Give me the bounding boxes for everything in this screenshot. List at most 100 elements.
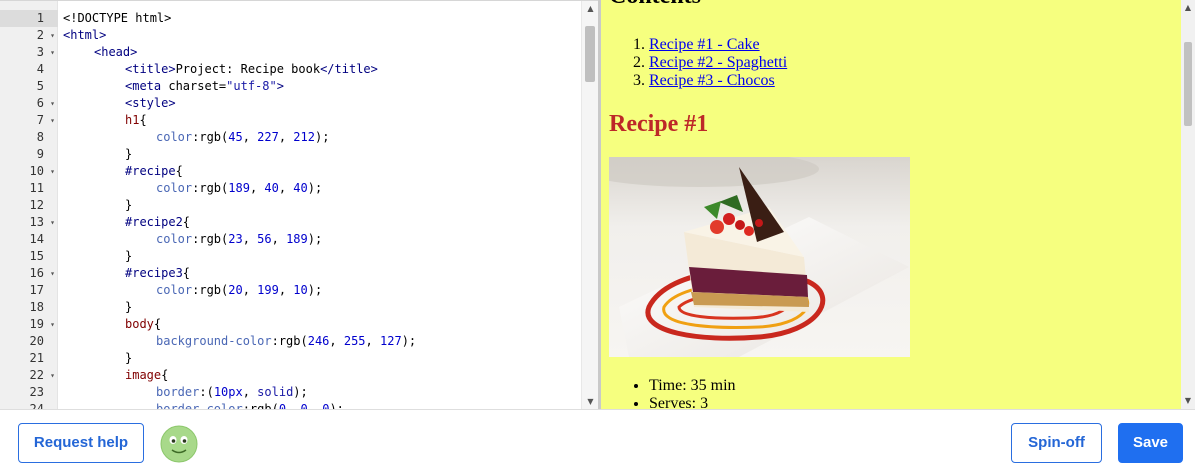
mascot-avatar-icon <box>160 425 198 463</box>
code-token: ); <box>307 232 323 246</box>
code-token: charset= <box>168 79 227 93</box>
code-token: 23 <box>228 232 243 246</box>
code-line[interactable]: } <box>125 197 132 214</box>
line-number-label: 2 <box>36 28 44 42</box>
code-token: , <box>242 283 258 297</box>
code-token: :rgb( <box>192 232 229 246</box>
code-line[interactable]: <!DOCTYPE html> <box>63 10 171 27</box>
recipe-facts: Time: 35 min Serves: 3 <box>649 377 736 409</box>
code-line[interactable]: image{ <box>125 367 168 384</box>
fold-arrow-icon[interactable]: ▾ <box>50 265 55 282</box>
code-line[interactable]: color:rgb(45, 227, 212); <box>156 129 329 146</box>
code-token: image <box>125 368 162 382</box>
preview-pane: Contents Recipe #1 - Cake Recipe #2 - Sp… <box>601 0 1195 409</box>
code-line[interactable]: } <box>125 248 132 265</box>
line-number-label: 11 <box>29 181 44 195</box>
code-line[interactable]: border:(10px, solid); <box>156 384 308 401</box>
code-token: , <box>242 232 258 246</box>
code-token: > <box>276 79 284 93</box>
spin-off-button[interactable]: Spin-off <box>1011 423 1102 463</box>
code-editor[interactable]: 1 2 ▾ 3 ▾ 4 5 6 ▾ 7 ▾ 8 9 10 ▾ 11 12 13 ▾ 14 15 16 ▾ 17 18 19 ▾ 20 2… <box>0 0 598 409</box>
code-token: { <box>139 113 147 127</box>
line-number-label: 5 <box>36 79 44 93</box>
scroll-down-icon[interactable]: ▼ <box>582 396 598 408</box>
code-token: { <box>182 266 191 280</box>
code-token: , <box>307 402 323 409</box>
line-number: 20 <box>0 333 58 350</box>
scroll-up-icon[interactable]: ▲ <box>582 3 598 15</box>
line-number-label: 6 <box>36 96 44 110</box>
code-line[interactable]: color:rgb(20, 199, 10); <box>156 282 322 299</box>
request-help-button[interactable]: Request help <box>18 423 144 463</box>
line-number: 2 ▾ <box>0 27 58 44</box>
line-number: 12 <box>0 197 58 214</box>
line-number-label: 4 <box>36 62 44 76</box>
fold-arrow-icon[interactable]: ▾ <box>50 214 55 231</box>
code-line[interactable]: #recipe2{ <box>125 214 190 231</box>
app-window: 1 2 ▾ 3 ▾ 4 5 6 ▾ 7 ▾ 8 9 10 ▾ 11 12 13 ▾ 14 15 16 ▾ 17 18 19 ▾ 20 2… <box>0 0 1195 464</box>
code-line[interactable]: color:rgb(23, 56, 189); <box>156 231 322 248</box>
code-token: , <box>242 130 258 144</box>
preview-scroll-up-icon[interactable]: ▲ <box>1181 2 1195 14</box>
fold-arrow-icon[interactable]: ▾ <box>50 27 55 44</box>
save-button[interactable]: Save <box>1118 423 1183 463</box>
fold-arrow-icon[interactable]: ▾ <box>50 163 55 180</box>
code-line[interactable]: #recipe{ <box>125 163 183 180</box>
code-line[interactable]: } <box>125 146 132 163</box>
code-line[interactable]: h1{ <box>125 112 147 129</box>
fold-arrow-icon[interactable]: ▾ <box>50 112 55 129</box>
code-line[interactable]: border-color:rgb(0, 0, 0); <box>156 401 344 409</box>
fold-arrow-icon[interactable]: ▾ <box>50 95 55 112</box>
code-token: , <box>271 232 287 246</box>
code-line[interactable]: body{ <box>125 316 161 333</box>
code-token: , <box>286 402 301 409</box>
code-token: body <box>125 317 154 331</box>
code-token: } <box>125 147 133 161</box>
line-number: 13 ▾ <box>0 214 58 231</box>
preview-scroll-thumb[interactable] <box>1184 42 1192 126</box>
code-token: :rgb( <box>271 334 308 348</box>
code-token: 45 <box>228 130 243 144</box>
code-token: 227 <box>257 130 279 144</box>
code-line[interactable]: <style> <box>125 95 176 112</box>
code-token: border <box>156 385 200 399</box>
code-line[interactable]: <title>Project: Recipe book</title> <box>125 61 378 78</box>
code-line[interactable]: color:rgb(189, 40, 40); <box>156 180 322 197</box>
preview-scrollbar[interactable]: ▲ ▼ <box>1181 0 1195 409</box>
fold-arrow-icon[interactable]: ▾ <box>50 367 55 384</box>
code-line[interactable]: } <box>125 350 132 367</box>
code-token: 56 <box>257 232 272 246</box>
editor-scrollbar[interactable]: ▲ ▼ <box>581 1 598 409</box>
code-line[interactable]: <head> <box>94 44 137 61</box>
code-token: :rgb( <box>192 283 229 297</box>
fold-arrow-icon[interactable]: ▾ <box>50 316 55 333</box>
code-line[interactable]: background-color:rgb(246, 255, 127); <box>156 333 416 350</box>
line-number: 10 ▾ <box>0 163 58 180</box>
code-token: </title> <box>320 62 378 76</box>
code-token: :rgb( <box>242 402 279 409</box>
code-token: 10px <box>213 385 243 399</box>
line-number-label: 14 <box>29 232 44 246</box>
code-token: :( <box>199 385 214 399</box>
code-area[interactable]: <!DOCTYPE html> <html> <head> <title>Projec… <box>63 1 581 409</box>
fold-arrow-icon[interactable]: ▾ <box>50 44 55 61</box>
editor-scroll-thumb[interactable] <box>585 26 595 82</box>
line-number-label: 9 <box>36 147 44 161</box>
code-line[interactable]: <html> <box>63 27 106 44</box>
code-line[interactable]: #recipe3{ <box>125 265 190 282</box>
line-number: 11 <box>0 180 58 197</box>
recipe-link-chocos[interactable]: Recipe #3 - Chocos <box>649 72 775 89</box>
recipe-link-spaghetti[interactable]: Recipe #2 - Spaghetti <box>649 54 787 71</box>
code-token: border-color <box>156 402 243 409</box>
line-number-label: 18 <box>29 300 44 314</box>
code-token: 189 <box>286 232 308 246</box>
line-number: 3 ▾ <box>0 44 58 61</box>
preview-scroll-down-icon[interactable]: ▼ <box>1181 395 1195 407</box>
code-token: , <box>249 181 265 195</box>
line-number-gutter: 1 2 ▾ 3 ▾ 4 5 6 ▾ 7 ▾ 8 9 10 ▾ 11 12 13 ▾ 14 15 16 ▾ 17 18 19 ▾ 20 2… <box>0 1 58 409</box>
line-number: 1 <box>0 10 58 27</box>
code-line[interactable]: <meta charset="utf-8"> <box>125 78 284 95</box>
code-token: <!DOCTYPE html> <box>63 11 172 25</box>
recipe-link-cake[interactable]: Recipe #1 - Cake <box>649 36 760 53</box>
code-line[interactable]: } <box>125 299 132 316</box>
